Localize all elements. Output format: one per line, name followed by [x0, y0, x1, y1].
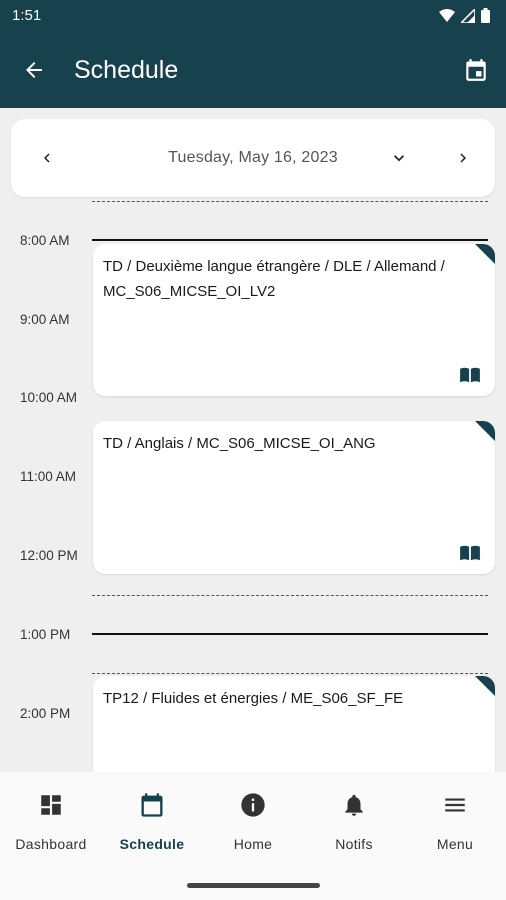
- battery-icon: [481, 8, 490, 23]
- half-hour-divider: [92, 201, 488, 202]
- book-open-icon: [460, 367, 480, 383]
- page-title: Schedule: [74, 56, 179, 84]
- app-bar: Schedule: [0, 32, 506, 108]
- nav-label: Schedule: [119, 836, 185, 852]
- schedule-timeline[interactable]: 8:00 AM 9:00 AM 10:00 AM 11:00 AM 12:00 …: [0, 198, 506, 772]
- nav-item-home[interactable]: Home: [203, 790, 303, 852]
- hour-divider: [92, 239, 488, 241]
- nav-label: Notifs: [335, 836, 373, 852]
- time-label: 1:00 PM: [20, 627, 71, 642]
- calendar-button[interactable]: [460, 54, 492, 86]
- event-title: TP12 / Fluides et énergies / ME_S06_SF_F…: [103, 690, 404, 707]
- calendar-today-icon: [466, 59, 486, 81]
- calendar-icon: [141, 793, 163, 817]
- selected-date[interactable]: Tuesday, May 16, 2023: [11, 149, 495, 167]
- date-picker: Tuesday, May 16, 2023: [11, 119, 495, 197]
- nav-item-notifs[interactable]: Notifs: [304, 790, 404, 852]
- nav-item-schedule[interactable]: Schedule: [102, 790, 202, 852]
- status-bar: 1:51: [0, 0, 506, 32]
- event-title: TD / Anglais / MC_S06_MICSE_OI_ANG: [103, 435, 376, 452]
- bell-icon: [345, 794, 363, 816]
- event-card[interactable]: TD / Anglais / MC_S06_MICSE_OI_ANG: [93, 421, 495, 574]
- back-button[interactable]: [18, 54, 50, 86]
- status-icons: [439, 8, 490, 23]
- gesture-bar[interactable]: [187, 883, 320, 888]
- event-corner-marker: [475, 676, 495, 696]
- bottom-navigation: Dashboard Schedule Home Notifs Menu: [0, 772, 506, 900]
- status-time: 1:51: [12, 7, 42, 24]
- next-day-button[interactable]: [447, 142, 479, 174]
- book-open-icon: [460, 545, 480, 561]
- event-card[interactable]: TP12 / Fluides et énergies / ME_S06_SF_F…: [93, 676, 495, 772]
- nav-label: Dashboard: [15, 836, 87, 852]
- signal-icon: [461, 8, 475, 23]
- wifi-icon: [439, 8, 455, 22]
- event-title: TD / Deuxième langue étrangère / DLE / A…: [103, 258, 445, 300]
- event-corner-marker: [475, 244, 495, 264]
- nav-item-menu[interactable]: Menu: [405, 790, 505, 852]
- time-label: 12:00 PM: [20, 548, 78, 563]
- arrow-back-icon: [26, 62, 42, 78]
- info-icon: [241, 793, 265, 817]
- date-dropdown-button[interactable]: [383, 142, 415, 174]
- chevron-down-icon: [394, 155, 404, 162]
- menu-icon: [445, 798, 465, 812]
- nav-label: Menu: [436, 836, 474, 852]
- chevron-right-icon: [460, 153, 466, 163]
- time-label: 9:00 AM: [20, 312, 70, 327]
- time-label: 2:00 PM: [20, 706, 71, 721]
- half-hour-divider: [92, 673, 488, 674]
- half-hour-divider: [92, 595, 488, 596]
- time-label: 11:00 AM: [20, 469, 77, 484]
- hour-divider: [92, 633, 488, 635]
- time-label: 10:00 AM: [20, 390, 78, 405]
- nav-label: Home: [233, 836, 273, 852]
- event-corner-marker: [475, 421, 495, 441]
- event-card[interactable]: TD / Deuxième langue étrangère / DLE / A…: [93, 244, 495, 396]
- nav-item-dashboard[interactable]: Dashboard: [1, 790, 101, 852]
- time-label: 8:00 AM: [20, 233, 70, 248]
- dashboard-icon: [41, 795, 61, 815]
